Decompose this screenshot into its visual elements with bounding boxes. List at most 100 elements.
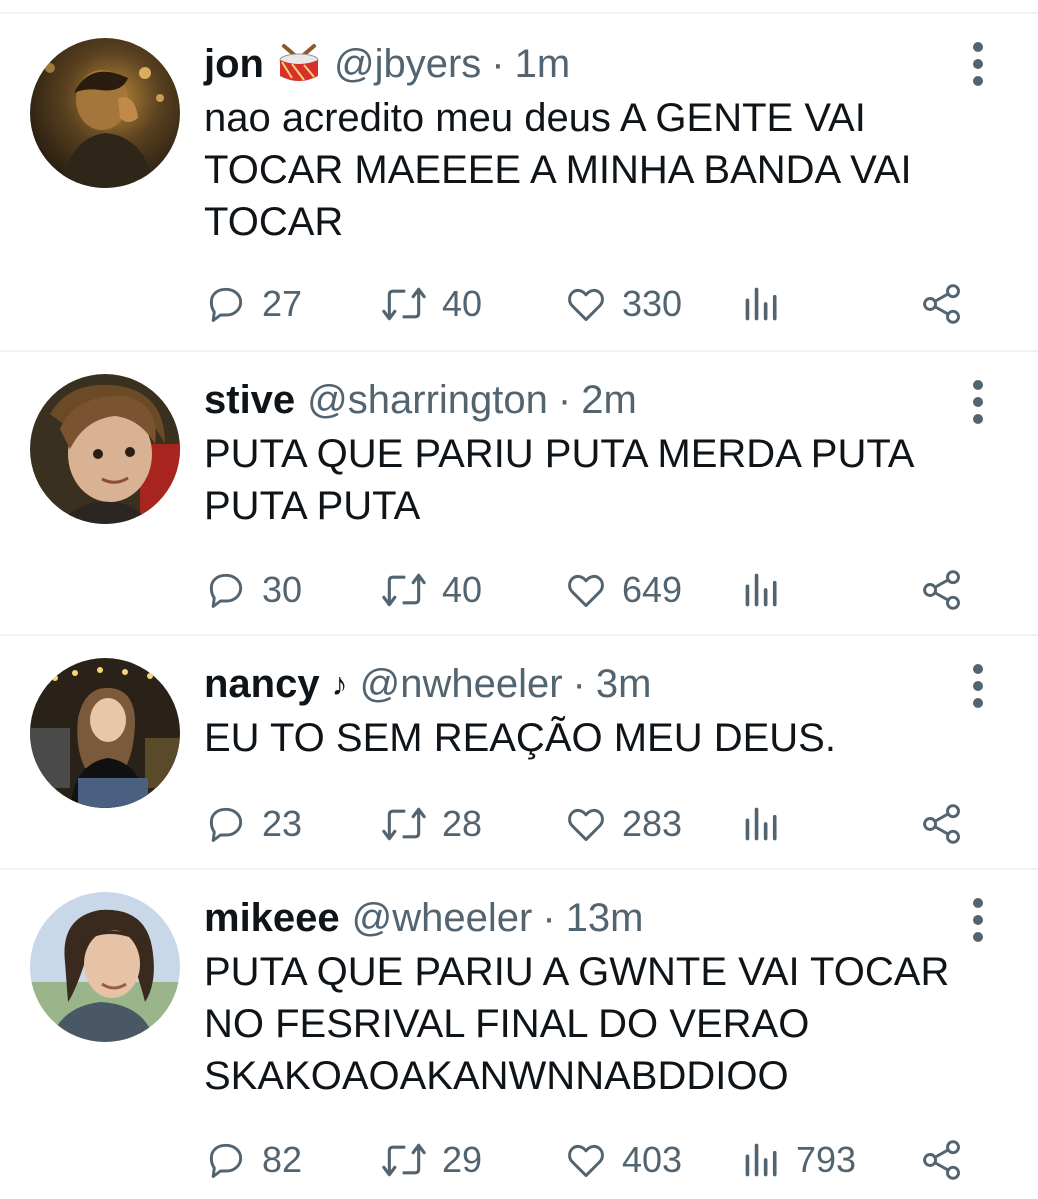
like-button[interactable]: 283 <box>564 802 682 846</box>
display-name[interactable]: mikeee <box>204 890 340 946</box>
like-icon <box>568 574 604 608</box>
reply-icon <box>209 807 243 842</box>
more-icon[interactable] <box>970 42 986 86</box>
timestamp[interactable]: 1m <box>515 36 571 92</box>
tweet-actions: 30 40 649 <box>204 568 984 612</box>
reply-count: 23 <box>262 803 303 844</box>
reply-button[interactable]: 30 <box>204 568 302 612</box>
share-icon <box>923 284 960 324</box>
retweet-icon <box>382 573 426 607</box>
retweet-button[interactable]: 40 <box>380 568 482 612</box>
like-icon <box>568 288 604 322</box>
views-icon <box>745 807 777 841</box>
tweet-text: PUTA QUE PARIU A GWNTE VAI TOCAR NO FESR… <box>204 946 1004 1102</box>
like-icon <box>568 808 604 842</box>
share-icon <box>923 570 960 610</box>
tweet-header: mikeee @wheeler · 13m <box>204 890 644 946</box>
like-count: 330 <box>622 283 683 324</box>
tweet-header: stive @sharrington · 2m <box>204 372 637 428</box>
views-icon <box>745 573 777 607</box>
music-note-emoji: ♪ <box>331 666 348 702</box>
share-button[interactable] <box>920 282 964 326</box>
views-button[interactable]: 793 <box>742 1138 856 1182</box>
drum-emoji-icon <box>276 42 322 86</box>
views-count: 793 <box>796 1139 857 1180</box>
views-button[interactable] <box>742 568 796 612</box>
like-count: 649 <box>622 569 683 610</box>
retweet-button[interactable]: 28 <box>380 802 482 846</box>
tweet-feed: jon @jbyers · 1m nao acredito meu deus A… <box>0 0 1038 1199</box>
tweet-header: nancy ♪ @nwheeler · 3m <box>204 656 651 712</box>
like-button[interactable]: 649 <box>564 568 682 612</box>
user-handle[interactable]: @jbyers <box>334 36 481 92</box>
reply-count: 82 <box>262 1139 303 1180</box>
timestamp[interactable]: 3m <box>596 656 652 712</box>
user-handle[interactable]: @wheeler <box>352 890 533 946</box>
reply-icon <box>209 573 243 608</box>
tweet[interactable]: mikeee @wheeler · 13m PUTA QUE PARIU A G… <box>0 870 1038 1199</box>
views-icon <box>745 1143 777 1177</box>
tweet-text: PUTA QUE PARIU PUTA MERDA PUTA PUTA PUTA <box>204 428 1004 532</box>
views-icon <box>745 287 777 321</box>
tweet-header: jon @jbyers · 1m <box>204 36 570 92</box>
avatar[interactable] <box>30 658 180 808</box>
share-button[interactable] <box>920 568 964 612</box>
reply-button[interactable]: 27 <box>204 282 302 326</box>
views-button[interactable] <box>742 802 796 846</box>
tweet-text-line: PUTA PUTA <box>204 484 421 528</box>
like-button[interactable]: 403 <box>564 1138 682 1182</box>
retweet-count: 28 <box>442 803 483 844</box>
user-handle[interactable]: @sharrington <box>307 372 548 428</box>
tweet-text-line: PUTA QUE PARIU PUTA MERDA PUTA <box>204 432 915 476</box>
reply-button[interactable]: 23 <box>204 802 302 846</box>
tweet-actions: 27 40 330 <box>204 282 984 326</box>
retweet-count: 29 <box>442 1139 483 1180</box>
retweet-icon <box>382 1143 426 1177</box>
timestamp[interactable]: 13m <box>566 890 644 946</box>
more-icon[interactable] <box>970 664 986 708</box>
share-button[interactable] <box>920 1138 964 1182</box>
tweet-text-line: TOCAR <box>204 200 344 244</box>
tweet-text-line: SKAKOAOAKANWNNABDDIOO <box>204 1054 789 1098</box>
tweet-actions: 82 29 403 793 <box>204 1138 984 1182</box>
dot-separator: · <box>542 896 556 940</box>
retweet-button[interactable]: 40 <box>380 282 482 326</box>
display-name[interactable]: nancy <box>204 656 320 712</box>
retweet-button[interactable]: 29 <box>380 1138 482 1182</box>
like-count: 283 <box>622 803 683 844</box>
share-button[interactable] <box>920 802 964 846</box>
reply-button[interactable]: 82 <box>204 1138 302 1182</box>
avatar[interactable] <box>30 892 180 1042</box>
retweet-count: 40 <box>442 569 483 610</box>
tweet-actions: 23 28 283 <box>204 802 984 846</box>
retweet-count: 40 <box>442 283 483 324</box>
views-button[interactable] <box>742 282 796 326</box>
like-icon <box>568 1144 604 1178</box>
tweet-text-line: EU TO SEM REAÇÃO MEU DEUS. <box>204 716 836 760</box>
dot-separator: · <box>557 378 572 422</box>
reply-icon <box>209 1143 243 1178</box>
dot-separator: · <box>572 662 586 706</box>
tweet-text-line: PUTA QUE PARIU A GWNTE VAI TOCAR <box>204 950 950 994</box>
avatar[interactable] <box>30 38 180 188</box>
more-icon[interactable] <box>970 380 986 424</box>
timestamp[interactable]: 2m <box>581 372 637 428</box>
retweet-icon <box>382 807 426 841</box>
tweet-text-line: TOCAR MAEEEE A MINHA BANDA VAI <box>204 148 912 192</box>
avatar[interactable] <box>30 374 180 524</box>
tweet-text: EU TO SEM REAÇÃO MEU DEUS. <box>204 712 1004 764</box>
more-icon[interactable] <box>970 898 986 942</box>
user-handle[interactable]: @nwheeler <box>360 656 563 712</box>
tweet[interactable]: jon @jbyers · 1m nao acredito meu deus A… <box>0 16 1038 352</box>
reply-count: 27 <box>262 283 303 324</box>
like-count: 403 <box>622 1139 683 1180</box>
tweet[interactable]: stive @sharrington · 2m PUTA QUE PARIU P… <box>0 352 1038 636</box>
like-button[interactable]: 330 <box>564 282 682 326</box>
tweet-text: nao acredito meu deus A GENTE VAI TOCAR … <box>204 92 1004 248</box>
share-icon <box>923 804 960 844</box>
display-name[interactable]: jon <box>204 36 264 92</box>
reply-icon <box>209 287 243 322</box>
display-name[interactable]: stive <box>204 372 295 428</box>
tweet[interactable]: nancy ♪ @nwheeler · 3m EU TO SEM REAÇÃO … <box>0 636 1038 870</box>
tweet-text-line: nao acredito meu deus A GENTE VAI <box>204 96 866 140</box>
